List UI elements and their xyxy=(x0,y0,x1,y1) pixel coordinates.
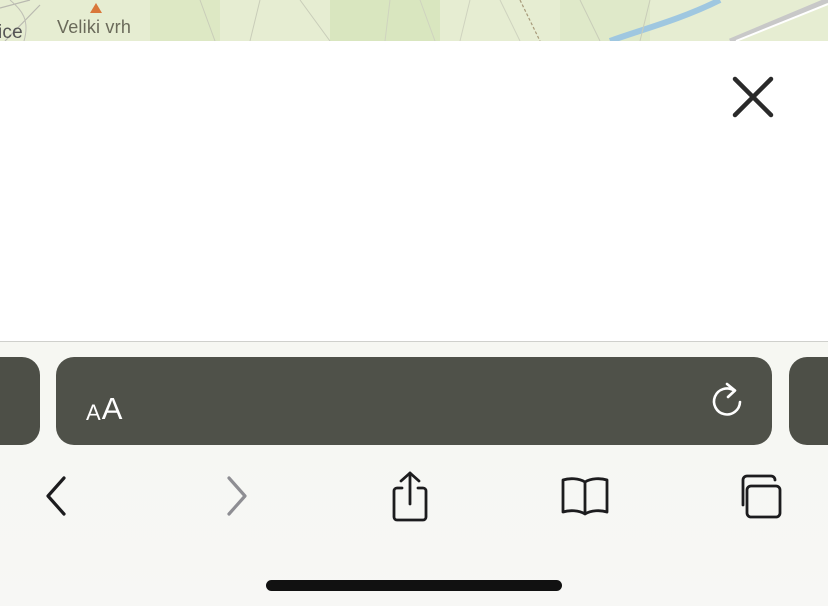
share-icon xyxy=(392,471,428,522)
map-background[interactable]: Veliki vrh ice xyxy=(0,0,828,41)
map-place-label: Veliki vrh xyxy=(57,17,132,37)
tabs-button[interactable] xyxy=(730,466,790,526)
peak-marker-icon xyxy=(90,3,102,13)
reload-icon xyxy=(712,382,742,416)
share-button[interactable] xyxy=(380,466,440,526)
chevron-right-icon xyxy=(227,476,247,516)
page-menu-button[interactable]: A A xyxy=(86,380,122,424)
chevron-left-icon xyxy=(46,476,66,516)
text-size-small-label: A xyxy=(86,400,101,425)
address-bar[interactable] xyxy=(56,357,772,445)
book-icon xyxy=(561,477,609,516)
back-button[interactable] xyxy=(27,466,87,526)
text-size-large-label: A xyxy=(101,391,123,426)
forward-button[interactable] xyxy=(206,466,266,526)
info-sheet xyxy=(0,41,828,342)
browser-screen: Veliki vrh ice A A xyxy=(0,0,828,606)
bookmarks-button[interactable] xyxy=(555,466,615,526)
next-tab-preview[interactable] xyxy=(789,357,828,445)
close-button[interactable] xyxy=(726,70,780,124)
home-indicator[interactable] xyxy=(266,580,562,591)
close-icon xyxy=(732,76,774,118)
map-partial-label: ice xyxy=(0,22,23,41)
tabs-icon xyxy=(741,474,782,519)
previous-tab-preview[interactable] xyxy=(0,357,40,445)
reload-button[interactable] xyxy=(705,378,751,424)
